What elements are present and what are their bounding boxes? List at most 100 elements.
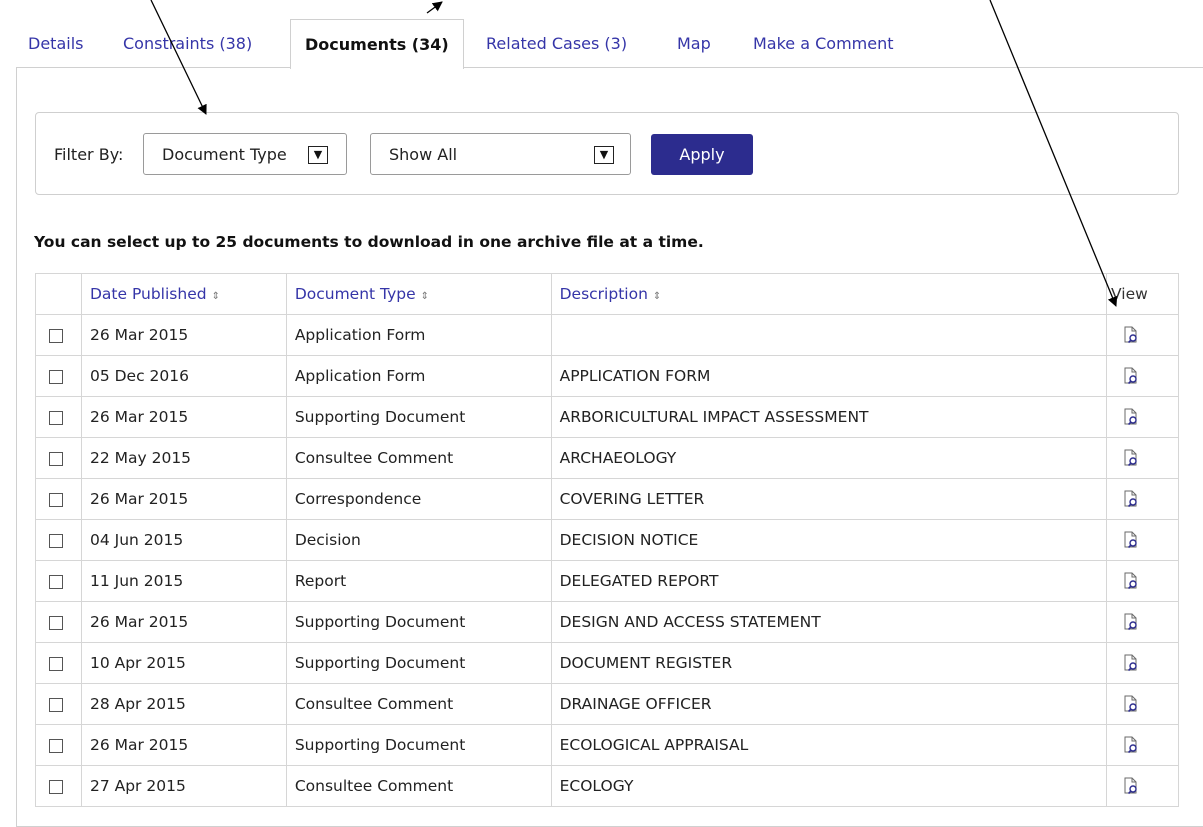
- date-published-cell: 26 Mar 2015: [80, 601, 287, 643]
- document-view-icon[interactable]: [1122, 531, 1140, 549]
- view-cell: [1106, 437, 1179, 479]
- select-header: [35, 273, 82, 315]
- document-view-icon[interactable]: [1122, 367, 1140, 385]
- document-view-icon[interactable]: [1122, 449, 1140, 467]
- document-type-cell: Supporting Document: [285, 724, 552, 766]
- date-published-cell: 10 Apr 2015: [80, 642, 287, 684]
- filter-value-value: Show All: [389, 145, 458, 164]
- date-published-cell: 28 Apr 2015: [80, 683, 287, 725]
- table-row: 04 Jun 2015 Decision DECISION NOTICE: [35, 519, 1179, 561]
- view-cell: [1106, 642, 1179, 684]
- description-cell: APPLICATION FORM: [550, 355, 1108, 397]
- date-published-cell: 04 Jun 2015: [80, 519, 287, 561]
- date-published-cell: 26 Mar 2015: [80, 314, 287, 356]
- document-view-icon[interactable]: [1122, 695, 1140, 713]
- checkbox-icon[interactable]: [49, 697, 63, 712]
- view-cell: [1106, 765, 1179, 807]
- checkbox-icon[interactable]: [49, 574, 63, 589]
- description-header[interactable]: Description ⇕: [550, 273, 1108, 315]
- date-published-header[interactable]: Date Published ⇕: [80, 273, 287, 315]
- sort-icon: ⇕: [211, 291, 220, 302]
- filter-value-select[interactable]: Show All ▼: [370, 133, 631, 175]
- checkbox-icon[interactable]: [49, 656, 63, 671]
- date-published-cell: 05 Dec 2016: [80, 355, 287, 397]
- document-view-icon[interactable]: [1122, 490, 1140, 508]
- date-published-cell: 26 Mar 2015: [80, 396, 287, 438]
- document-type-cell: Supporting Document: [285, 642, 552, 684]
- document-view-icon[interactable]: [1122, 613, 1140, 631]
- document-view-icon[interactable]: [1122, 572, 1140, 590]
- chevron-down-icon: ▼: [594, 146, 614, 164]
- view-header: View: [1106, 273, 1179, 315]
- description-header-label: Description: [559, 285, 648, 303]
- date-published-cell: 11 Jun 2015: [80, 560, 287, 602]
- document-view-icon[interactable]: [1122, 326, 1140, 344]
- document-view-icon[interactable]: [1122, 736, 1140, 754]
- apply-button[interactable]: Apply: [651, 134, 753, 175]
- description-cell: [550, 314, 1108, 356]
- filter-type-select[interactable]: Document Type ▼: [143, 133, 347, 175]
- sort-icon: ⇕: [420, 291, 430, 302]
- description-cell: DRAINAGE OFFICER: [550, 683, 1108, 725]
- view-cell: [1106, 314, 1179, 356]
- document-type-cell: Supporting Document: [285, 396, 552, 438]
- documents-table: Date Published ⇕ Document Type ⇕ Descripti…: [35, 273, 1179, 807]
- checkbox-icon[interactable]: [49, 451, 63, 466]
- checkbox-icon[interactable]: [49, 779, 63, 794]
- row-select-cell: [35, 314, 82, 356]
- checkbox-icon[interactable]: [49, 738, 63, 753]
- document-view-icon[interactable]: [1122, 408, 1140, 426]
- view-cell: [1106, 601, 1179, 643]
- download-limit-note: You can select up to 25 documents to dow…: [34, 233, 704, 251]
- checkbox-icon[interactable]: [49, 492, 63, 507]
- date-published-cell: 26 Mar 2015: [80, 724, 287, 766]
- date-published-cell: 22 May 2015: [80, 437, 287, 479]
- checkbox-icon[interactable]: [49, 328, 63, 343]
- document-view-icon[interactable]: [1122, 777, 1140, 795]
- date-published-cell: 26 Mar 2015: [80, 478, 287, 520]
- row-select-cell: [35, 396, 82, 438]
- document-view-icon[interactable]: [1122, 654, 1140, 672]
- document-type-cell: Decision: [285, 519, 552, 561]
- table-row: 11 Jun 2015 Report DELEGATED REPORT: [35, 560, 1179, 602]
- document-type-cell: Report: [285, 560, 552, 602]
- view-cell: [1106, 478, 1179, 520]
- table-row: 26 Mar 2015 Supporting Document ARBORICULT…: [35, 396, 1179, 438]
- description-cell: ECOLOGY: [550, 765, 1108, 807]
- date-published-cell: 27 Apr 2015: [80, 765, 287, 807]
- tab-related-cases[interactable]: Related Cases (3): [486, 19, 627, 68]
- filter-type-value: Document Type: [162, 145, 287, 164]
- document-type-cell: Supporting Document: [285, 601, 552, 643]
- tab-constraints[interactable]: Constraints (38): [123, 19, 252, 68]
- document-type-cell: Application Form: [285, 355, 552, 397]
- row-select-cell: [35, 683, 82, 725]
- row-select-cell: [35, 642, 82, 684]
- filter-label: Filter By:: [54, 145, 124, 164]
- description-cell: ECOLOGICAL APPRAISAL: [550, 724, 1108, 766]
- description-cell: ARCHAEOLOGY: [550, 437, 1108, 479]
- document-type-cell: Application Form: [285, 314, 552, 356]
- description-cell: DELEGATED REPORT: [550, 560, 1108, 602]
- tab-details[interactable]: Details: [28, 19, 83, 68]
- document-type-header-label: Document Type: [294, 285, 416, 303]
- document-type-header[interactable]: Document Type ⇕: [285, 273, 552, 315]
- view-cell: [1106, 683, 1179, 725]
- checkbox-icon[interactable]: [49, 615, 63, 630]
- sort-icon: ⇕: [652, 291, 662, 302]
- table-row: 22 May 2015 Consultee Comment ARCHAEOLOGY: [35, 437, 1179, 479]
- document-type-cell: Consultee Comment: [285, 437, 552, 479]
- table-row: 26 Mar 2015 Correspondence COVERING LETTER: [35, 478, 1179, 520]
- table-row: 27 Apr 2015 Consultee Comment ECOLOGY: [35, 765, 1179, 807]
- row-select-cell: [35, 355, 82, 397]
- annotation-arrow-documents-tab: [426, 1, 443, 14]
- table-row: 26 Mar 2015 Application Form: [35, 314, 1179, 356]
- row-select-cell: [35, 560, 82, 602]
- tab-documents[interactable]: Documents (34): [290, 19, 464, 69]
- description-cell: DESIGN AND ACCESS STATEMENT: [550, 601, 1108, 643]
- checkbox-icon[interactable]: [49, 410, 63, 425]
- tab-map[interactable]: Map: [677, 19, 711, 68]
- checkbox-icon[interactable]: [49, 533, 63, 548]
- tab-make-a-comment[interactable]: Make a Comment: [753, 19, 894, 68]
- checkbox-icon[interactable]: [49, 369, 63, 384]
- table-row: 26 Mar 2015 Supporting Document DESIGN AND…: [35, 601, 1179, 643]
